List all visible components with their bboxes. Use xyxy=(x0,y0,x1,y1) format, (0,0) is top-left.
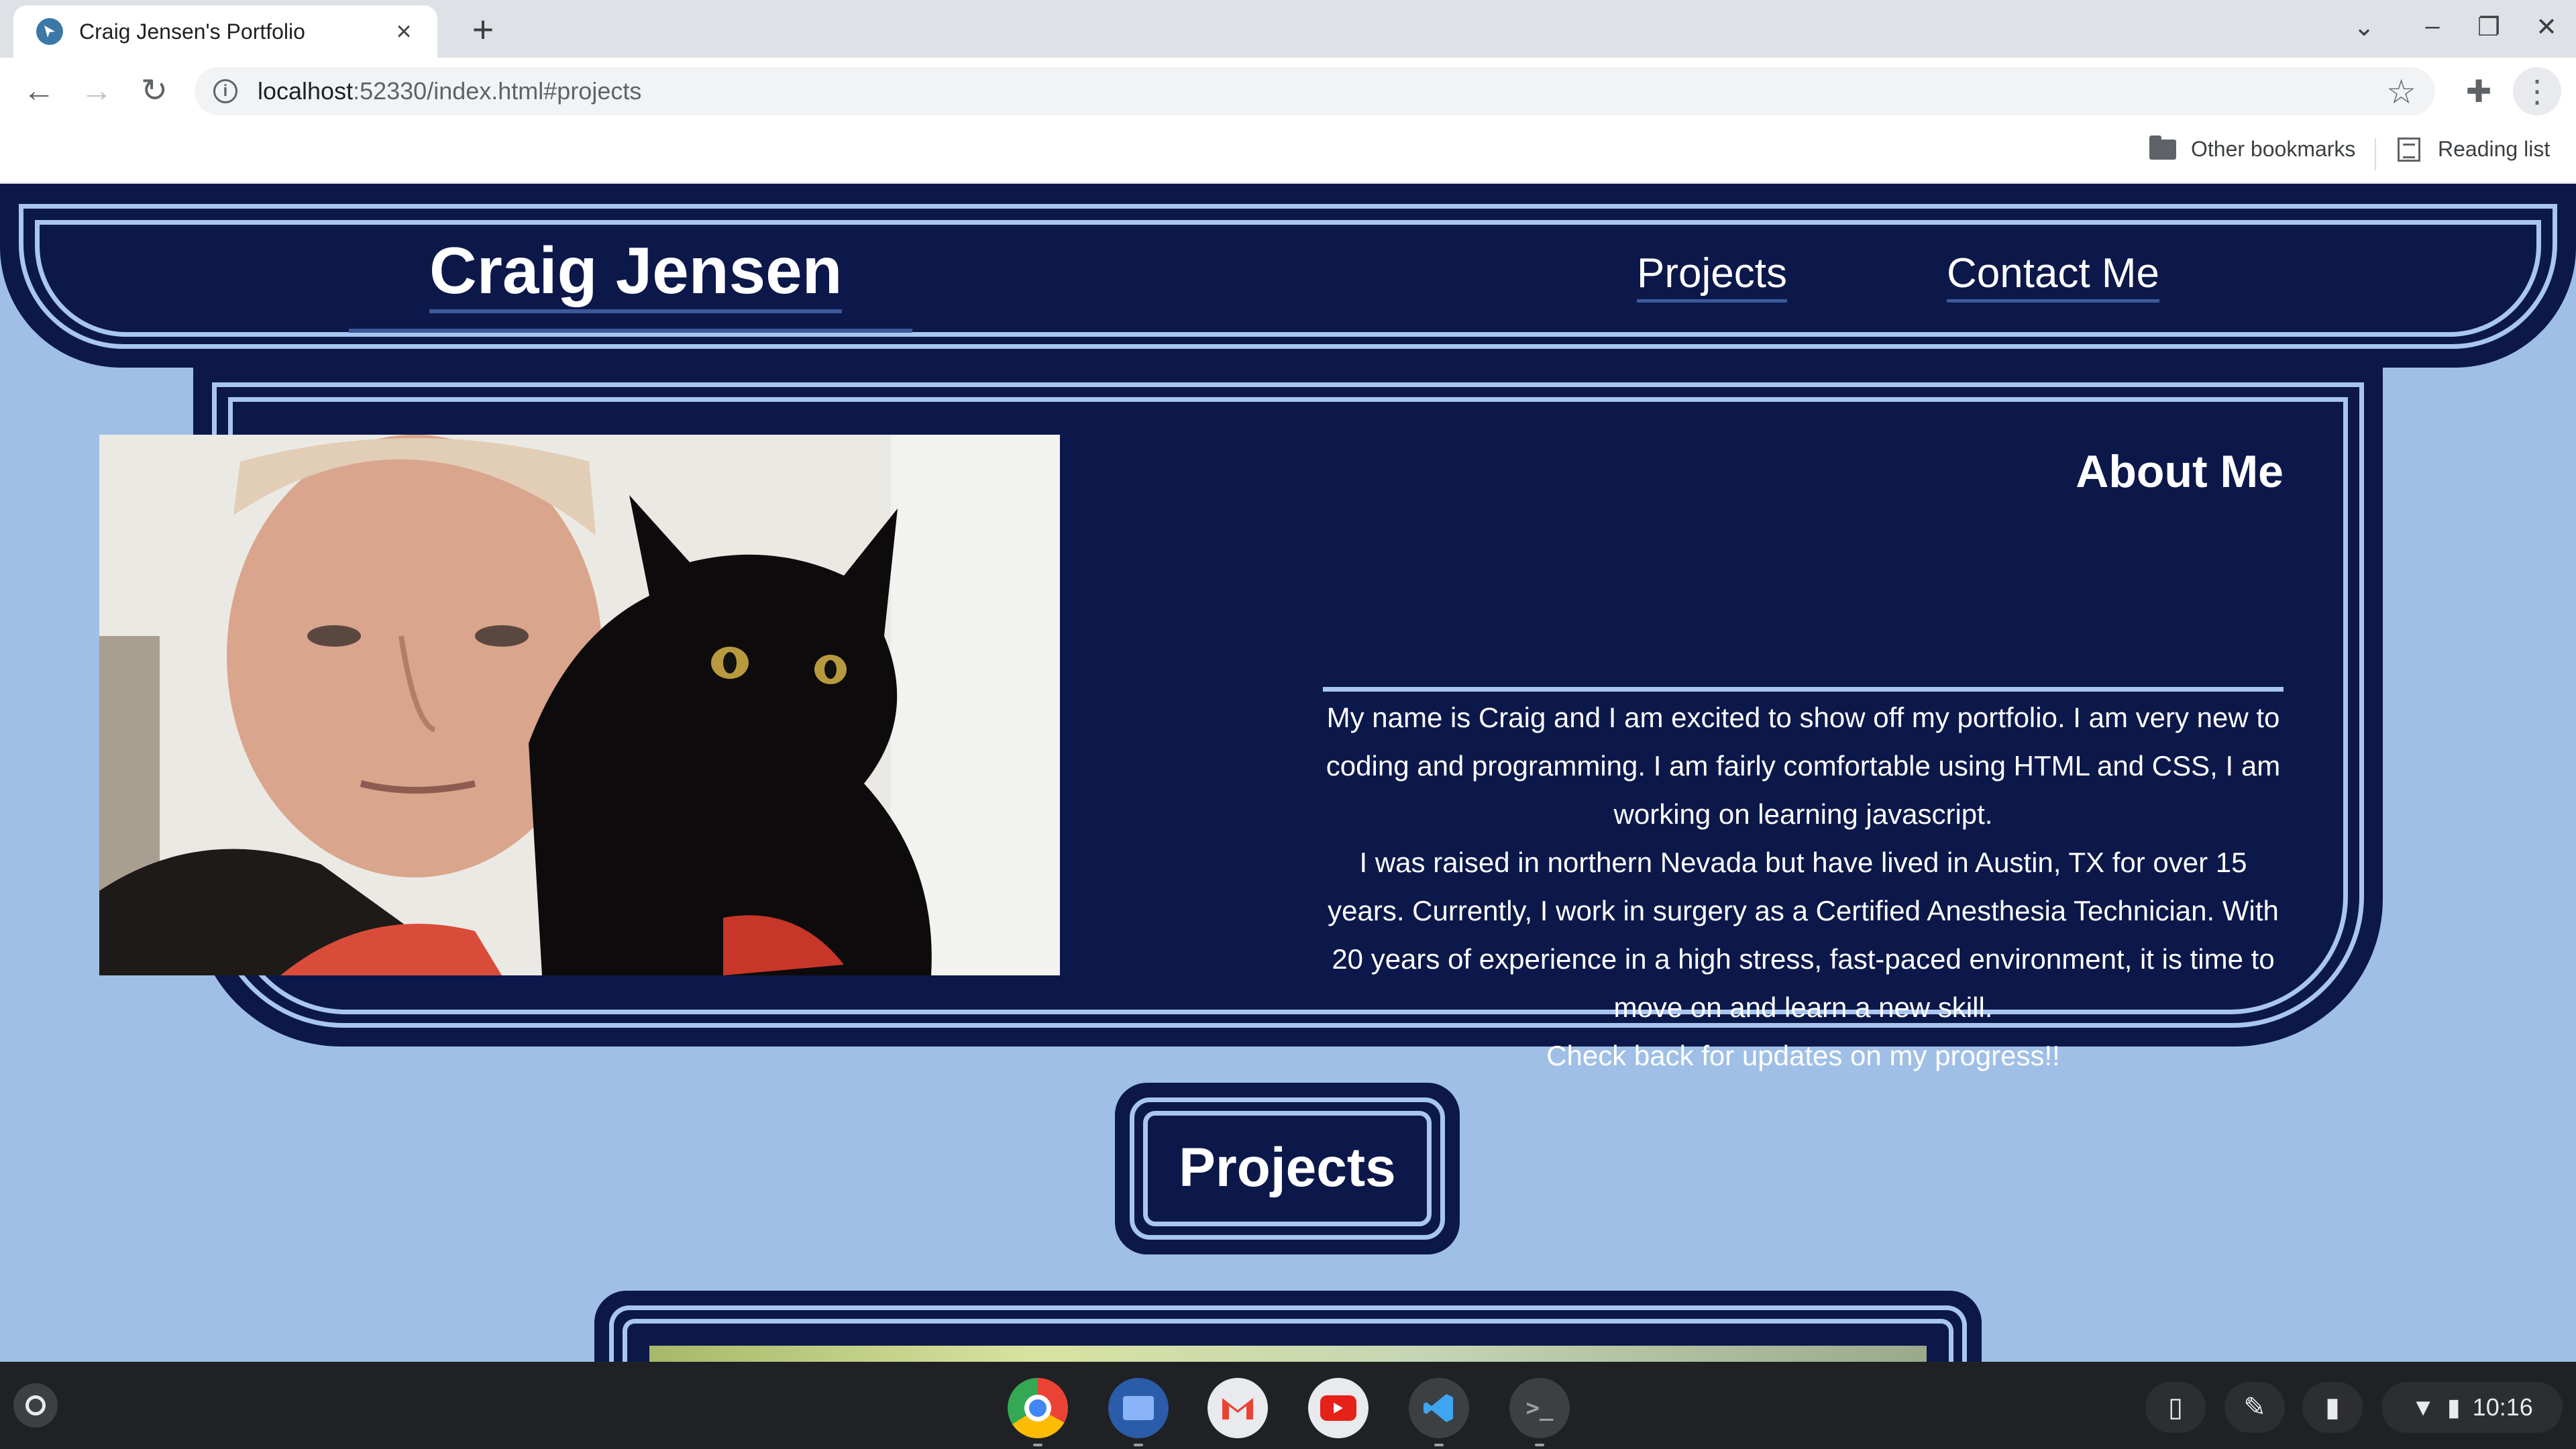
bookmark-star-icon[interactable]: ☆ xyxy=(2386,72,2416,111)
nav-link-contact[interactable]: Contact Me xyxy=(1947,250,2160,303)
reading-list-icon xyxy=(2398,137,2420,162)
about-paragraph: My name is Craig and I am excited to sho… xyxy=(1326,702,2281,830)
battery-icon: ▮ xyxy=(2447,1393,2461,1421)
projects-heading-box: Projects xyxy=(1115,1083,1460,1254)
project-thumbnail[interactable] xyxy=(649,1346,1927,1362)
tab-close-icon[interactable]: × xyxy=(390,17,417,47)
other-bookmarks-label: Other bookmarks xyxy=(2191,137,2356,161)
address-bar[interactable]: i localhost:52330/index.html#projects ☆ xyxy=(195,67,2435,115)
profile-photo xyxy=(99,435,1060,975)
site-name[interactable]: Craig Jensen xyxy=(429,236,843,313)
site-name-underline xyxy=(349,329,912,333)
minimize-icon[interactable]: – xyxy=(2412,12,2453,41)
about-title: About Me xyxy=(2076,446,2284,497)
other-bookmarks[interactable]: Other bookmarks xyxy=(2149,135,2356,162)
about-paragraph: I was raised in northern Nevada but have… xyxy=(1328,847,2279,1023)
holding-space-file-icon[interactable]: ▯ xyxy=(2145,1382,2206,1433)
gmail-app-icon[interactable] xyxy=(1208,1378,1268,1438)
terminal-app-icon[interactable]: >_ xyxy=(1509,1378,1570,1446)
profile-photo-illustration xyxy=(99,435,1060,975)
reload-icon[interactable]: ↻ xyxy=(134,71,174,111)
about-text: My name is Craig and I am excited to sho… xyxy=(1323,694,2284,1080)
browser-tabstrip: Craig Jensen's Portfolio × + ⌄ – ❐ ✕ xyxy=(0,0,2576,58)
folder-icon xyxy=(2149,135,2176,160)
new-tab-button[interactable]: + xyxy=(463,9,503,50)
app-running-indicator xyxy=(1134,1444,1143,1446)
extensions-puzzle-icon[interactable]: ✚ xyxy=(2455,71,2502,111)
tab-search-chevron-icon[interactable]: ⌄ xyxy=(2344,12,2384,42)
back-arrow-icon[interactable]: ← xyxy=(19,71,59,111)
reading-list[interactable]: Reading list xyxy=(2398,137,2550,162)
window-close-icon[interactable]: ✕ xyxy=(2526,12,2567,42)
site-header: Craig Jensen Projects Contact Me xyxy=(0,184,2576,368)
app-running-indicator xyxy=(1033,1444,1042,1446)
about-title-underline xyxy=(1323,687,2284,692)
page-viewport: Craig Jensen Projects Contact Me About M… xyxy=(0,184,2576,1362)
stylus-pen-icon[interactable]: ✎ xyxy=(2224,1382,2285,1433)
nav-link-projects[interactable]: Projects xyxy=(1637,250,1787,303)
wifi-icon: ▼ xyxy=(2411,1393,2435,1421)
reading-list-label: Reading list xyxy=(2438,137,2551,161)
launcher-circle-icon xyxy=(25,1395,46,1415)
youtube-app-icon[interactable] xyxy=(1308,1378,1368,1438)
terminal-glyph: >_ xyxy=(1525,1395,1554,1421)
browser-tab[interactable]: Craig Jensen's Portfolio × xyxy=(13,5,437,58)
app-running-indicator xyxy=(1434,1444,1444,1446)
header-ring-inner xyxy=(35,220,2541,337)
clock: 10:16 xyxy=(2472,1393,2533,1421)
status-tray[interactable]: ▼ ▮ 10:16 xyxy=(2381,1382,2563,1433)
chrome-app-icon[interactable] xyxy=(1008,1378,1068,1446)
vscode-app-icon[interactable] xyxy=(1409,1378,1469,1446)
portfolio-favicon-icon xyxy=(36,18,63,45)
browser-menu-icon[interactable]: ⋮ xyxy=(2513,67,2561,115)
forward-arrow-icon[interactable]: → xyxy=(76,71,117,111)
launcher-button[interactable] xyxy=(13,1383,58,1428)
restore-icon[interactable]: ❐ xyxy=(2469,12,2509,42)
tab-title: Craig Jensen's Portfolio xyxy=(79,19,305,44)
site-info-icon[interactable]: i xyxy=(213,79,237,103)
about-paragraph: Check back for updates on my progress!! xyxy=(1546,1040,2060,1071)
phone-hub-icon[interactable]: ▮ xyxy=(2302,1382,2363,1433)
projects-heading: Projects xyxy=(1179,1137,1396,1198)
project-card[interactable] xyxy=(594,1291,1982,1362)
app-running-indicator xyxy=(1535,1444,1544,1446)
bookmarks-divider xyxy=(2375,138,2376,170)
bookmarks-bar: Other bookmarks Reading list xyxy=(0,125,2576,184)
files-app-icon[interactable] xyxy=(1108,1378,1169,1446)
browser-toolbar: ← → ↻ i localhost:52330/index.html#proje… xyxy=(0,58,2576,125)
url-text: localhost:52330/index.html#projects xyxy=(258,77,642,105)
os-shelf: >_ ▯ ✎ ▮ ▼ ▮ 10:16 xyxy=(0,1362,2576,1449)
